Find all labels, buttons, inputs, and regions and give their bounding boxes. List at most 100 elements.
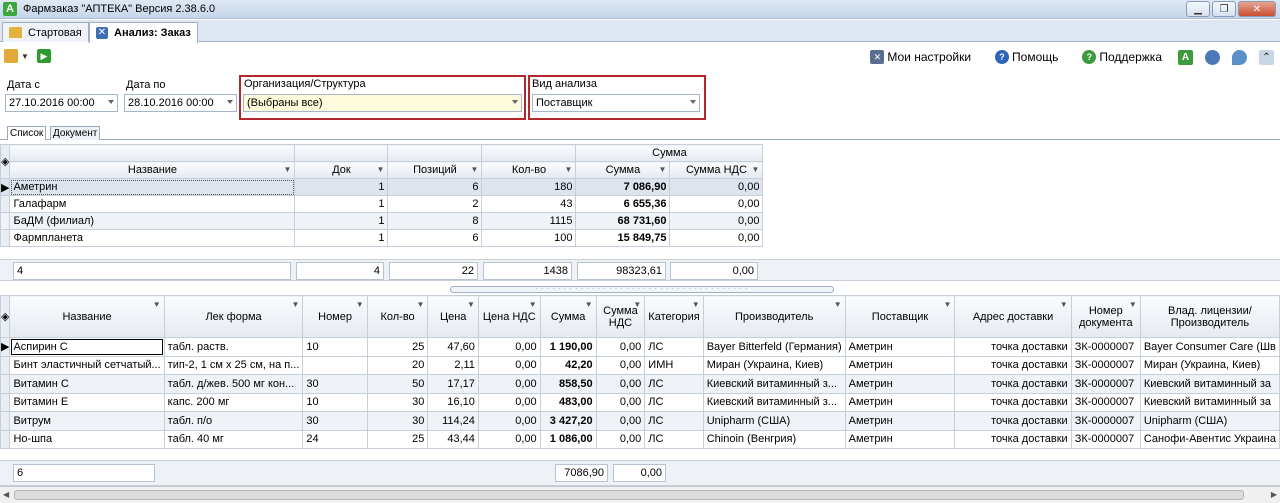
filter-icon[interactable]: ▼ <box>692 299 700 311</box>
tab-analysis-order[interactable]: ✕ Анализ: Заказ <box>89 22 198 43</box>
row-indicator-icon: ▶ <box>0 337 11 357</box>
support-button[interactable]: ? Поддержка <box>1082 50 1162 64</box>
package-menu-button[interactable]: ▼ <box>4 49 29 63</box>
filter-icon[interactable]: ▼ <box>565 165 573 174</box>
location-pin-icon[interactable] <box>1232 49 1247 65</box>
tab-document[interactable]: Документ <box>50 126 101 140</box>
close-window-button[interactable]: ✕ <box>1238 1 1276 17</box>
col-address[interactable]: Адрес доставки ▼ <box>954 295 1072 338</box>
detail-total-sum: 7086,90 <box>555 464 608 482</box>
analysis-type-select[interactable]: Поставщик <box>532 94 700 112</box>
table-row[interactable]: Фармпланета 1 6 100 15 849,75 0,00 <box>0 229 764 247</box>
col-price[interactable]: Цена ▼ <box>427 295 479 338</box>
table-row[interactable]: Витамин Е капс. 200 мг 10 30 16,10 0,00 … <box>0 392 1280 412</box>
date-to-input[interactable]: 28.10.2016 00:00 <box>124 94 237 112</box>
tab-analysis-label: Анализ: Заказ <box>114 27 191 39</box>
col-number[interactable]: Номер ▼ <box>302 295 368 338</box>
help-icon: ? <box>995 50 1010 64</box>
filter-icon[interactable]: ▼ <box>585 299 593 311</box>
filter-icon[interactable]: ▼ <box>752 165 760 174</box>
help-label: Помощь <box>1012 50 1059 64</box>
col-sum[interactable]: Сумма ▼ <box>575 161 671 179</box>
package-icon <box>4 49 18 63</box>
col-vat-sum[interactable]: Сумма НДС ▼ <box>595 295 646 338</box>
col-manufacturer[interactable]: Производитель ▼ <box>702 295 846 338</box>
help-button[interactable]: ? Помощь <box>995 50 1058 64</box>
chevron-down-icon: ▼ <box>21 51 29 61</box>
col-supplier[interactable]: Поставщик ▼ <box>844 295 956 338</box>
date-from-input[interactable]: 27.10.2016 00:00 <box>5 94 118 112</box>
chevron-down-icon[interactable] <box>227 100 233 104</box>
collapse-up-icon[interactable]: ⌃ <box>1259 49 1274 65</box>
table-row[interactable]: ▶ Аметрин 1 6 180 7 086,90 0,00 <box>0 178 764 196</box>
filter-icon[interactable]: ▼ <box>529 299 537 311</box>
filter-icon[interactable]: ▼ <box>356 299 364 311</box>
filter-icon[interactable]: ▼ <box>467 299 475 311</box>
filter-icon[interactable]: ▼ <box>417 299 425 311</box>
filter-icon[interactable]: ▼ <box>1129 299 1137 311</box>
filter-icon[interactable]: ▼ <box>1060 299 1068 311</box>
panel-splitter[interactable]: · · · · · · · · · · · · · · · · · · · · … <box>450 286 834 293</box>
filter-icon[interactable]: ▼ <box>284 165 292 174</box>
filter-icon[interactable]: ▼ <box>377 165 385 174</box>
col-doc[interactable]: Док ▼ <box>294 161 389 179</box>
col-qty[interactable]: Кол-во ▼ <box>366 295 429 338</box>
chevron-down-icon[interactable] <box>108 100 114 104</box>
col-name[interactable]: Название ▼ <box>9 295 165 338</box>
col-doc-number[interactable]: Номер документа ▼ <box>1070 295 1141 338</box>
scroll-left-icon[interactable]: ◀ <box>3 490 9 499</box>
org-label: Организация/Структура <box>244 78 366 90</box>
grid-corner: ◈ <box>0 295 11 338</box>
view-subtabs: Список Документ <box>0 126 1280 140</box>
total-count: 4 <box>13 262 291 280</box>
col-positions[interactable]: Позиций ▼ <box>387 161 483 179</box>
filter-icon[interactable]: ▼ <box>291 299 299 311</box>
col-vat-sum[interactable]: Сумма НДС ▼ <box>669 161 764 179</box>
toolbar: ▼ ▶ ✕ Мои настройки ? Помощь ? Поддержка… <box>0 43 1280 71</box>
org-select[interactable]: (Выбраны все) <box>243 94 522 112</box>
detail-grid-body: ◈ Название ▼ Лек форма ▼ Номер ▼ Кол-во ▼ Це… <box>0 295 1280 449</box>
filter-icon[interactable]: ▼ <box>153 299 161 311</box>
col-license-holder[interactable]: Влад. лицензии/Производитель <box>1139 295 1280 338</box>
a-icon[interactable]: A <box>1178 49 1193 65</box>
horizontal-scrollbar[interactable]: ◀ ▶ <box>0 486 1280 503</box>
grid-corner: ◈ <box>0 144 11 179</box>
tab-list[interactable]: Список <box>7 126 47 140</box>
my-settings-button[interactable]: ✕ Мои настройки <box>870 50 971 64</box>
close-icon[interactable]: ✕ <box>96 27 108 39</box>
table-row[interactable]: ▶ Аспирин С табл. раств. 10 25 47,60 0,0… <box>0 337 1280 357</box>
table-row[interactable]: Витамин С табл. д/жев. 500 мг кон... 30 … <box>0 374 1280 394</box>
globe-icon[interactable] <box>1205 49 1220 65</box>
filter-icon[interactable]: ▼ <box>943 299 951 311</box>
total-sum: 98323,61 <box>577 262 666 280</box>
col-qty[interactable]: Кол-во ▼ <box>481 161 577 179</box>
col-price-vat[interactable]: Цена НДС ▼ <box>477 295 541 338</box>
table-row[interactable]: Витрум табл. п/о 30 30 114,24 0,00 3 427… <box>0 411 1280 431</box>
support-icon: ? <box>1082 50 1097 64</box>
col-sum[interactable]: Сумма ▼ <box>539 295 597 338</box>
total-positions: 22 <box>389 262 478 280</box>
run-button[interactable]: ▶ <box>36 49 51 63</box>
maximize-button[interactable]: ❐ <box>1212 1 1236 17</box>
chevron-down-icon[interactable] <box>512 100 518 104</box>
scroll-right-icon[interactable]: ▶ <box>1271 490 1277 499</box>
col-name[interactable]: Название ▼ <box>9 161 296 179</box>
table-row[interactable]: БаДМ (филиал) 1 8 1115 68 731,60 0,00 <box>0 212 764 230</box>
filter-icon[interactable]: ▼ <box>659 165 667 174</box>
filter-icon[interactable]: ▼ <box>471 165 479 174</box>
minimize-button[interactable]: ▁ <box>1186 1 1210 17</box>
window-titlebar: А Фармзаказ "АПТЕКА" Версия 2.38.6.0 ▁ ❐… <box>0 0 1280 19</box>
filter-icon[interactable]: ▼ <box>633 299 641 311</box>
table-row[interactable]: Но-шпа табл. 40 мг 24 25 43,44 0,00 1 08… <box>0 429 1280 449</box>
scrollbar-thumb[interactable] <box>14 490 1244 500</box>
chevron-down-icon[interactable] <box>690 100 696 104</box>
table-row[interactable]: Галафарм 1 2 43 6 655,36 0,00 <box>0 195 764 213</box>
table-row[interactable]: Бинт эластичный сетчатый... тип-2, 1 см … <box>0 355 1280 375</box>
filter-icon[interactable]: ▼ <box>834 299 842 311</box>
col-form[interactable]: Лек форма ▼ <box>163 295 304 338</box>
col-category[interactable]: Категория ▼ <box>644 295 704 338</box>
tab-start[interactable]: Стартовая <box>2 22 89 42</box>
group-header-sum: Сумма <box>575 144 764 162</box>
detail-total-count: 6 <box>13 464 155 482</box>
app-logo-icon: А <box>3 2 17 16</box>
